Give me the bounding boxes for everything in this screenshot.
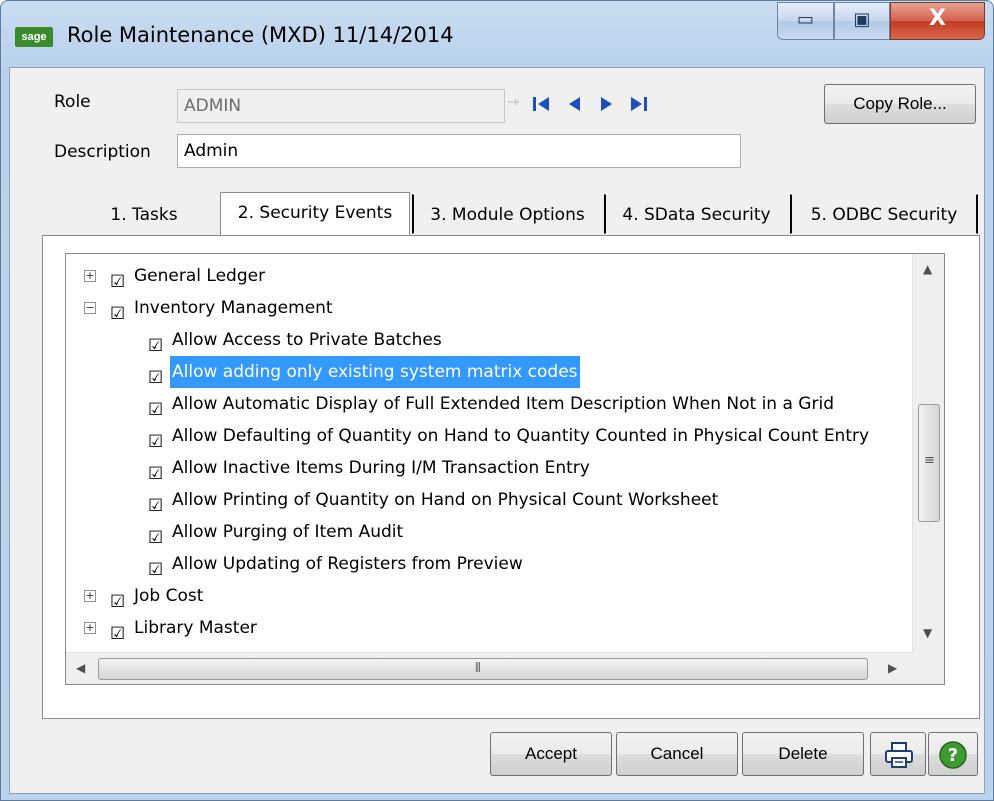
- tree-item-label: Material Requirements Planning: [132, 644, 407, 652]
- tree-item-label: Allow Automatic Display of Full Extended…: [172, 394, 834, 414]
- scroll-right-arrow-icon[interactable]: ▶: [888, 661, 897, 675]
- tree-item-label: Job Cost: [134, 586, 204, 606]
- tab-module-options[interactable]: 3. Module Options: [412, 194, 602, 234]
- tree-row-library-master[interactable]: + ☑ Library Master: [66, 612, 912, 644]
- maximize-icon: ▣: [853, 9, 871, 30]
- tree-item-label: Library Master: [134, 618, 257, 638]
- tree-row-general-ledger[interactable]: + ☑ General Ledger: [66, 260, 912, 292]
- printer-icon: [885, 742, 913, 768]
- security-events-panel: + ☑ General Ledger − ☑ Inventory Managem…: [42, 235, 980, 719]
- accept-button[interactable]: Accept: [490, 732, 612, 776]
- tree-item-label: Allow adding only existing system matrix…: [170, 356, 580, 388]
- grip-icon: ≡: [924, 453, 935, 468]
- tree-row-security-event[interactable]: ☑ Allow Printing of Quantity on Hand on …: [66, 484, 912, 516]
- delete-button[interactable]: Delete: [742, 732, 864, 776]
- help-button[interactable]: ?: [928, 732, 978, 776]
- role-field[interactable]: ADMIN: [177, 89, 505, 123]
- close-button[interactable]: X: [890, 2, 985, 40]
- tree-item-label: Allow Access to Private Batches: [172, 330, 442, 350]
- description-label: Description: [54, 142, 151, 162]
- cancel-button-label: Cancel: [650, 744, 704, 763]
- last-record-icon[interactable]: [628, 96, 648, 117]
- expand-icon[interactable]: +: [84, 590, 96, 602]
- vertical-scrollbar[interactable]: ▲ ≡ ▼: [912, 254, 944, 652]
- cancel-button[interactable]: Cancel: [616, 732, 738, 776]
- role-label: Role: [54, 92, 91, 112]
- copy-role-button-label: Copy Role...: [853, 94, 947, 113]
- expand-icon[interactable]: +: [84, 270, 96, 282]
- tree-item-label: Allow Inactive Items During I/M Transact…: [172, 458, 590, 478]
- accept-button-label: Accept: [525, 744, 577, 763]
- role-maintenance-window: sage Role Maintenance (MXD) 11/14/2014 ▭…: [0, 0, 994, 801]
- print-button[interactable]: [870, 732, 926, 776]
- scroll-down-arrow-icon[interactable]: ▼: [923, 626, 932, 640]
- close-icon: X: [929, 6, 946, 31]
- first-record-icon[interactable]: [532, 96, 552, 117]
- tree-row-security-event[interactable]: ☑ Allow Inactive Items During I/M Transa…: [66, 452, 912, 484]
- scroll-left-arrow-icon[interactable]: ◀: [76, 661, 85, 675]
- tree-row-security-event[interactable]: ☑ Allow Automatic Display of Full Extend…: [66, 388, 912, 420]
- scrollbar-corner: [912, 652, 944, 684]
- tab-tasks[interactable]: 1. Tasks: [70, 194, 218, 234]
- maximize-button[interactable]: ▣: [834, 2, 890, 40]
- horizontal-scrollbar[interactable]: ◀ ⦀ ▶: [66, 652, 912, 684]
- previous-record-icon[interactable]: [567, 96, 583, 117]
- tree-row-security-event[interactable]: ☑ Allow Access to Private Batches: [66, 324, 912, 356]
- collapse-icon[interactable]: −: [84, 302, 96, 314]
- delete-button-label: Delete: [778, 744, 828, 763]
- svg-text:?: ?: [948, 745, 958, 766]
- lookup-icon[interactable]: [506, 94, 526, 114]
- next-record-icon[interactable]: [598, 96, 614, 117]
- minimize-button[interactable]: ▭: [777, 2, 834, 40]
- tree-row-security-event[interactable]: ☑ Allow Updating of Registers from Previ…: [66, 548, 912, 580]
- tree-item-label: General Ledger: [134, 266, 266, 286]
- tree-row-partially-visible[interactable]: + ☑ Material Requirements Planning: [66, 644, 912, 652]
- tab-sdata-security[interactable]: 4. SData Security: [604, 194, 788, 234]
- tree-row-inventory-management[interactable]: − ☑ Inventory Management: [66, 292, 912, 324]
- tree-item-label: Allow Updating of Registers from Preview: [172, 554, 523, 574]
- help-icon: ?: [939, 741, 967, 769]
- tree-row-security-event-selected[interactable]: ☑ Allow adding only existing system matr…: [66, 356, 912, 388]
- tab-security-events[interactable]: 2. Security Events: [220, 192, 410, 236]
- scroll-up-arrow-icon[interactable]: ▲: [923, 262, 932, 276]
- title-bar[interactable]: sage Role Maintenance (MXD) 11/14/2014 ▭…: [1, 1, 993, 67]
- description-field[interactable]: Admin: [177, 134, 741, 168]
- tree-row-security-event[interactable]: ☑ Allow Defaulting of Quantity on Hand t…: [66, 420, 912, 452]
- minimize-icon: ▭: [796, 9, 814, 30]
- tree-item-label: Inventory Management: [134, 298, 333, 318]
- horizontal-scroll-thumb[interactable]: ⦀: [98, 658, 868, 680]
- tree-row-security-event[interactable]: ☑ Allow Purging of Item Audit: [66, 516, 912, 548]
- tree-row-job-cost[interactable]: + ☑ Job Cost: [66, 580, 912, 612]
- expand-icon[interactable]: +: [84, 622, 96, 634]
- tab-odbc-security[interactable]: 5. ODBC Security: [790, 194, 978, 234]
- grip-icon: ⦀: [475, 661, 481, 676]
- copy-role-button[interactable]: Copy Role...: [824, 84, 976, 124]
- security-events-tree[interactable]: + ☑ General Ledger − ☑ Inventory Managem…: [65, 253, 945, 685]
- tree-item-label: Allow Purging of Item Audit: [172, 522, 404, 542]
- window-client-area: Role ADMIN Copy Role... Description Admi…: [9, 67, 985, 794]
- vertical-scroll-thumb[interactable]: ≡: [918, 404, 940, 522]
- tree-rows: + ☑ General Ledger − ☑ Inventory Managem…: [66, 254, 912, 652]
- tree-item-label: Allow Defaulting of Quantity on Hand to …: [172, 426, 870, 446]
- tree-item-label: Allow Printing of Quantity on Hand on Ph…: [172, 490, 719, 510]
- window-title: Role Maintenance (MXD) 11/14/2014: [67, 23, 454, 47]
- sage-app-icon: sage: [15, 27, 53, 47]
